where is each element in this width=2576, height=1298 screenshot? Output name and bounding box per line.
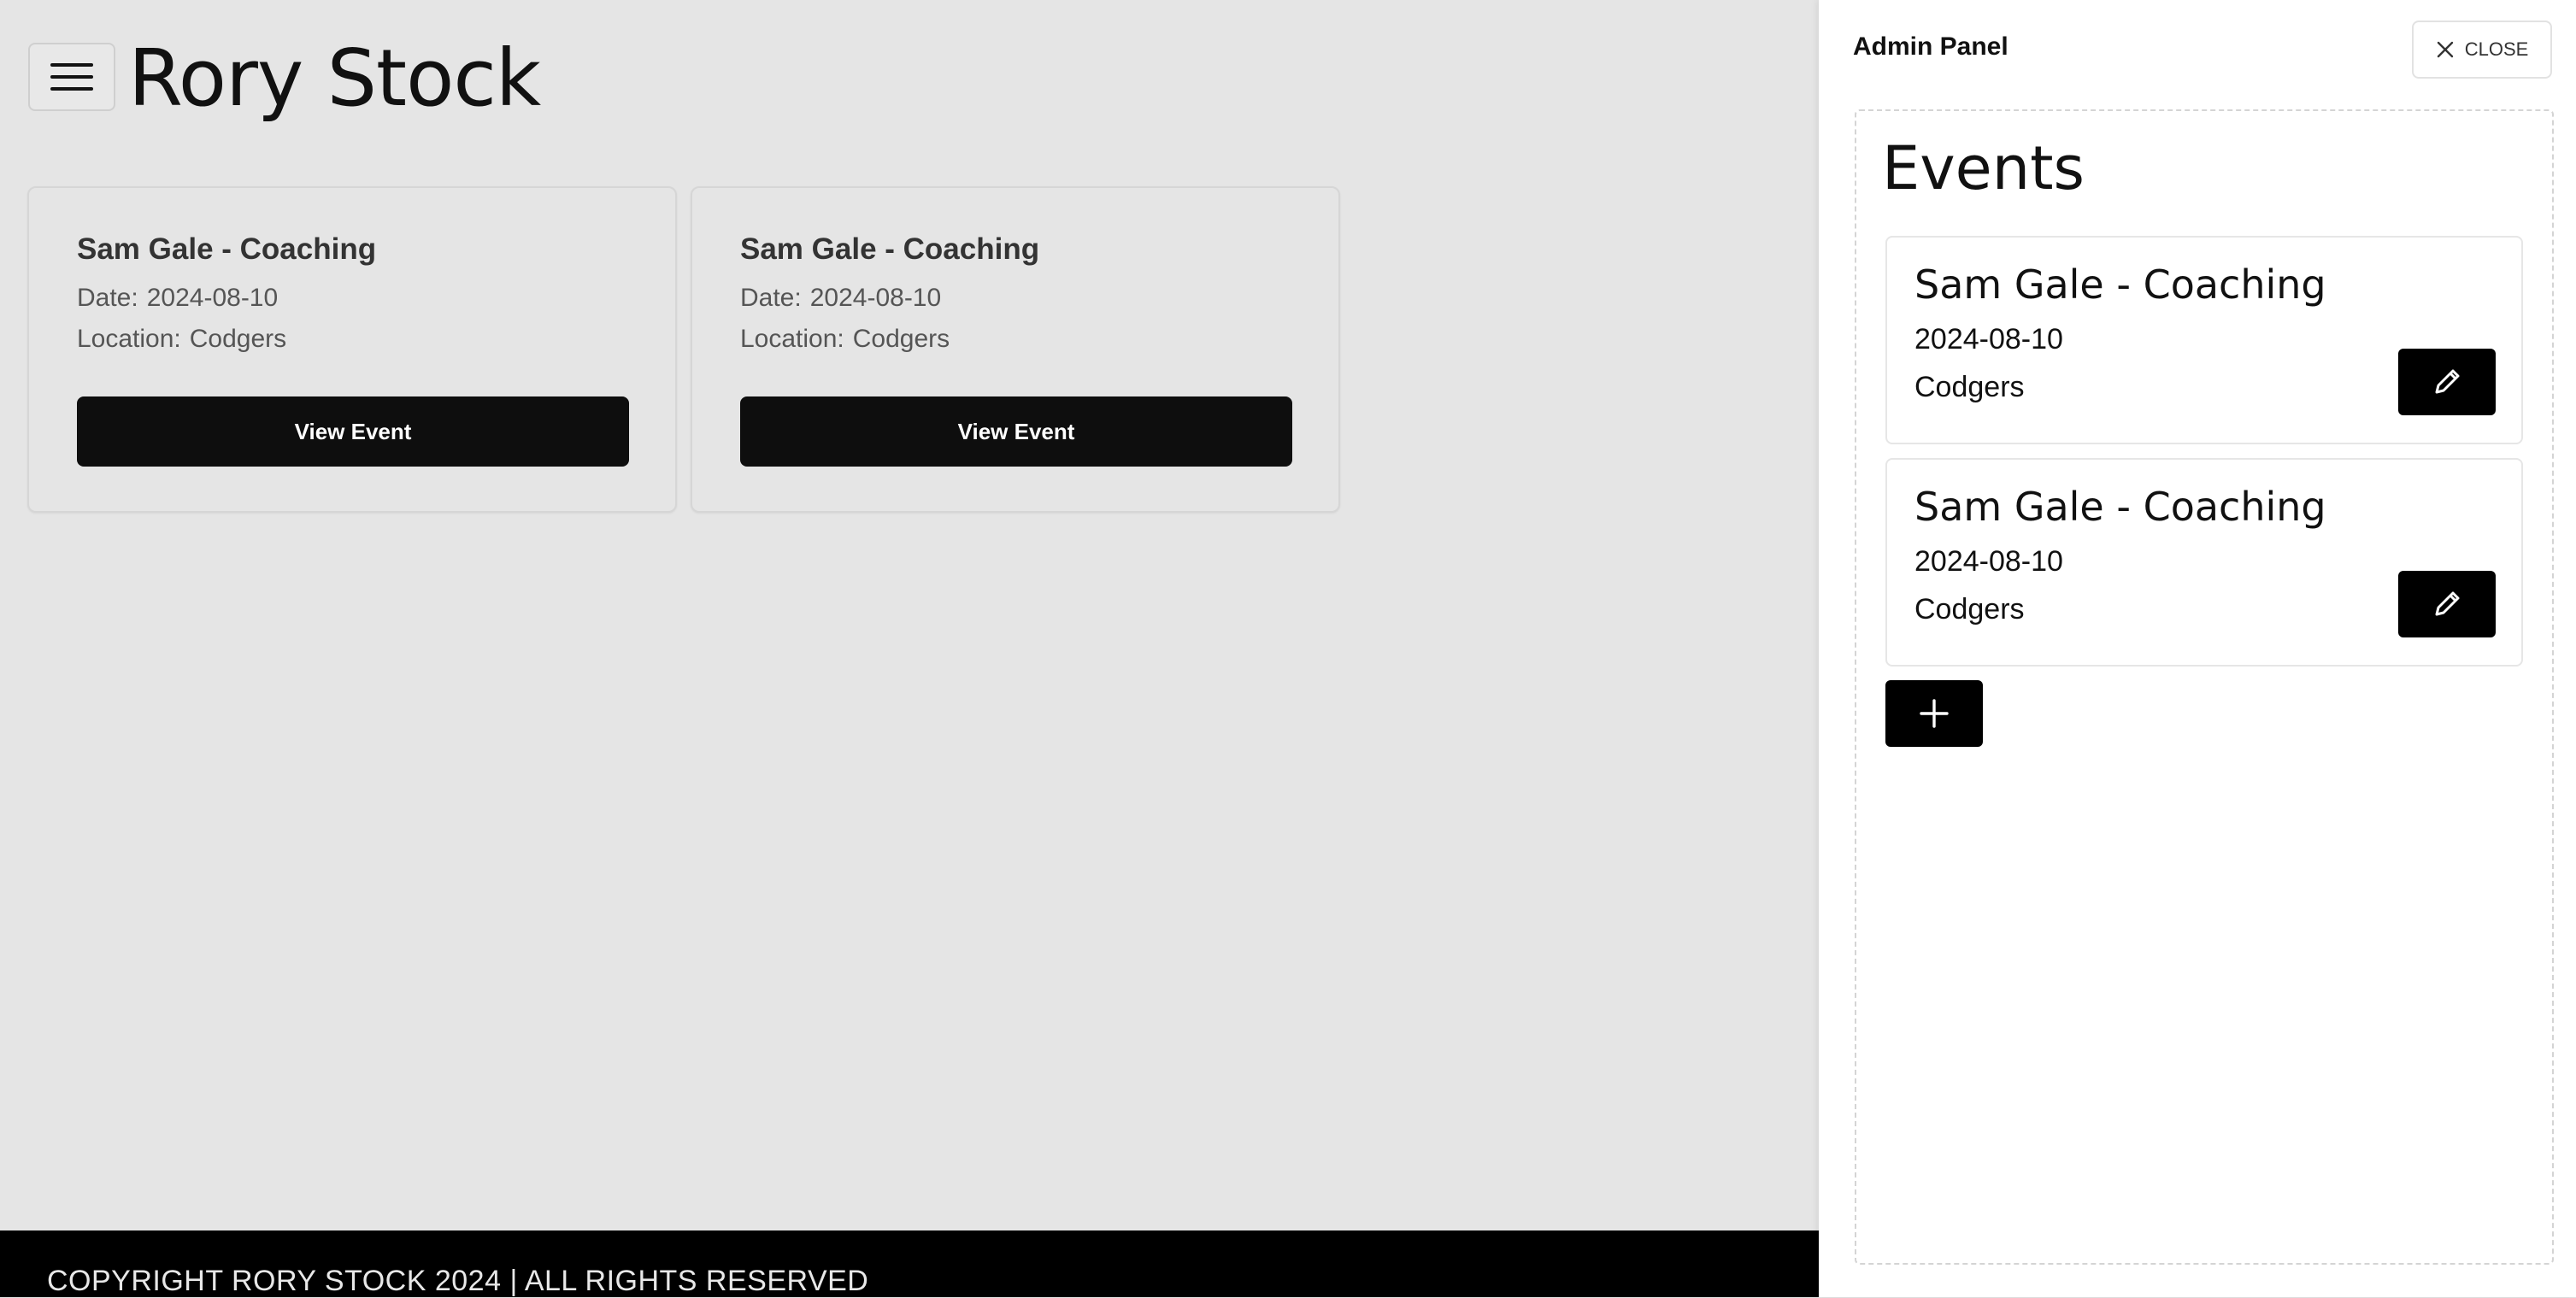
- close-label: CLOSE: [2464, 38, 2529, 60]
- event-date: Date: 2024-08-10: [77, 284, 278, 313]
- admin-event-location: Codgers: [1914, 371, 2025, 403]
- admin-event-date: 2024-08-10: [1914, 545, 2063, 578]
- event-location: Location: Codgers: [740, 325, 950, 354]
- view-event-button[interactable]: View Event: [740, 396, 1292, 467]
- page: Rory Stock Sam Gale - Coaching Date: 2024…: [0, 0, 2576, 1297]
- pencil-icon: [2435, 369, 2460, 394]
- admin-event-title: Sam Gale - Coaching: [1914, 261, 2326, 308]
- plus-icon: [1920, 699, 1949, 728]
- close-button[interactable]: CLOSE: [2412, 21, 2552, 79]
- event-location-value: Codgers: [852, 325, 950, 353]
- view-event-button[interactable]: View Event: [77, 396, 629, 467]
- event-location-label: Location:: [740, 325, 844, 353]
- event-card: Sam Gale - Coaching Date: 2024-08-10 Loca…: [691, 186, 1340, 513]
- pencil-icon: [2435, 591, 2460, 616]
- event-date-label: Date:: [77, 284, 138, 312]
- events-heading: Events: [1882, 133, 2085, 203]
- events-section: Events Sam Gale - Coaching 2024-08-10 Co…: [1855, 109, 2554, 1265]
- event-date-value: 2024-08-10: [809, 284, 942, 312]
- site-title: Rory Stock: [128, 32, 541, 124]
- admin-panel-title: Admin Panel: [1853, 32, 2008, 61]
- admin-panel: Admin Panel CLOSE Events Sam Gale - Coac…: [1819, 0, 2576, 1297]
- event-date-value: 2024-08-10: [146, 284, 279, 312]
- event-card: Sam Gale - Coaching Date: 2024-08-10 Loca…: [27, 186, 677, 513]
- copyright-text: COPYRIGHT RORY STOCK 2024 | ALL RIGHTS R…: [47, 1265, 869, 1297]
- event-location-label: Location:: [77, 325, 181, 353]
- event-title: Sam Gale - Coaching: [77, 232, 377, 266]
- event-title: Sam Gale - Coaching: [740, 232, 1040, 266]
- admin-event-item: Sam Gale - Coaching 2024-08-10 Codgers: [1885, 236, 2523, 444]
- admin-event-item: Sam Gale - Coaching 2024-08-10 Codgers: [1885, 458, 2523, 667]
- close-x-icon: [2437, 41, 2453, 58]
- menu-button[interactable]: [28, 43, 115, 111]
- event-date: Date: 2024-08-10: [740, 284, 941, 313]
- admin-event-title: Sam Gale - Coaching: [1914, 484, 2326, 530]
- add-event-button[interactable]: [1885, 680, 1983, 747]
- hamburger-menu-icon: [50, 63, 93, 91]
- event-location: Location: Codgers: [77, 325, 286, 354]
- event-location-value: Codgers: [189, 325, 287, 353]
- admin-event-location: Codgers: [1914, 593, 2025, 626]
- event-date-label: Date:: [740, 284, 802, 312]
- edit-event-button[interactable]: [2398, 349, 2496, 415]
- admin-event-date: 2024-08-10: [1914, 323, 2063, 355]
- edit-event-button[interactable]: [2398, 571, 2496, 637]
